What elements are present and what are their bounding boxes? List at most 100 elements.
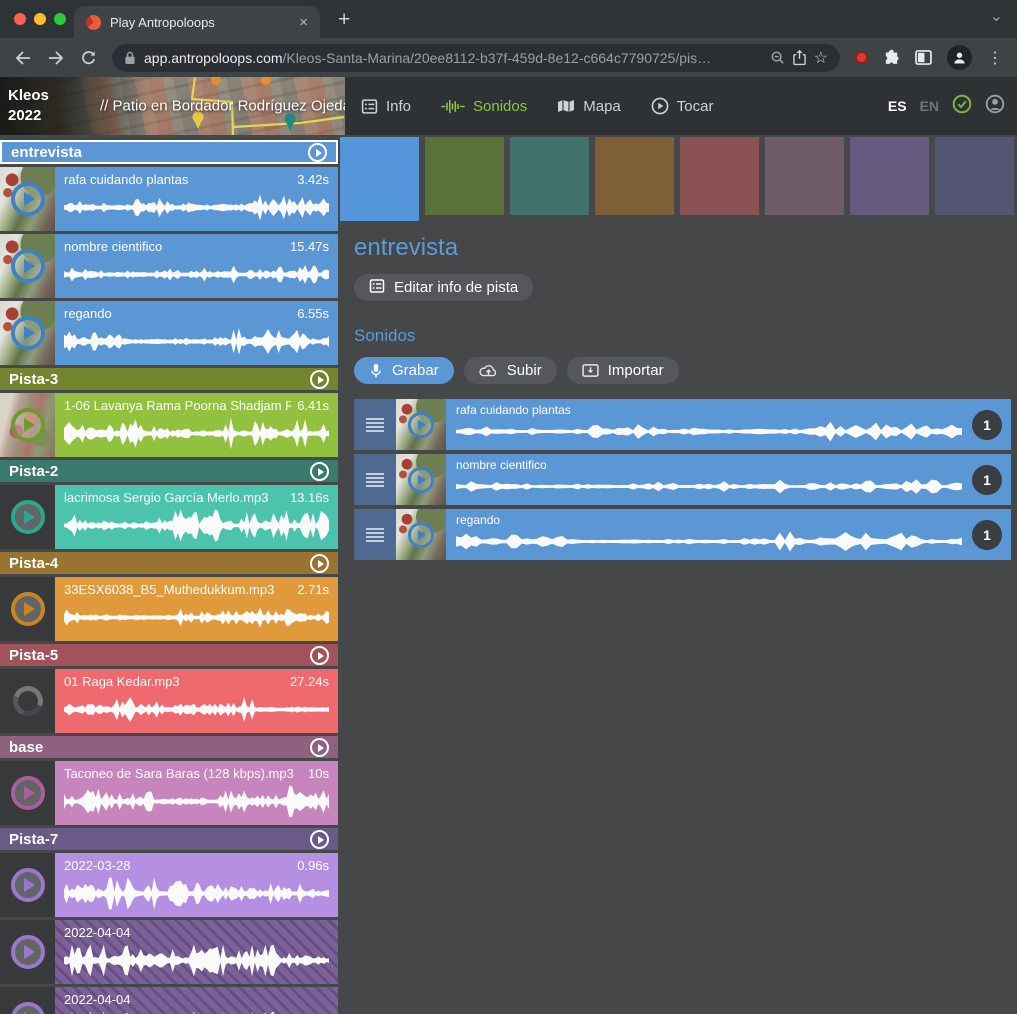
sound-thumbnail[interactable] bbox=[396, 454, 446, 505]
project-map-thumbnail[interactable]: Kleos 2022 // Patio en Bordador Rodrígue… bbox=[0, 77, 345, 135]
track-square-5[interactable] bbox=[680, 137, 759, 215]
play-track-icon[interactable] bbox=[310, 646, 329, 665]
sidebar-sound-item[interactable]: 1-06 Lavanya Rama Poorna Shadjam Rupak..… bbox=[0, 393, 338, 457]
track-square-6[interactable] bbox=[765, 137, 844, 215]
sidebar-sound-item[interactable]: rafa cuidando plantas3.42s bbox=[0, 167, 338, 231]
play-overlay-icon[interactable] bbox=[11, 182, 45, 216]
play-overlay-icon[interactable] bbox=[11, 408, 45, 442]
sidebar-sound-item[interactable]: 33ESX6038_B5_Muthedukkum.mp32.71s bbox=[0, 577, 338, 641]
browser-tab[interactable]: Play Antropoloops × bbox=[74, 6, 320, 38]
track-header-Pista-7[interactable]: Pista-7 bbox=[0, 828, 338, 850]
sidebar-sound-item[interactable]: nombre cientifico15.47s bbox=[0, 234, 338, 298]
track-square-3[interactable] bbox=[510, 137, 589, 215]
tab-search-chevron-icon[interactable]: ⌄ bbox=[990, 6, 1003, 26]
bookmark-star-icon[interactable]: ☆ bbox=[814, 48, 828, 68]
play-circle-icon bbox=[651, 97, 669, 115]
track-header-Pista-4[interactable]: Pista-4 bbox=[0, 552, 338, 574]
sound-thumbnail[interactable] bbox=[0, 761, 55, 825]
edit-track-info-button[interactable]: Editar info de pista bbox=[354, 274, 533, 301]
track-square-8[interactable] bbox=[935, 137, 1014, 215]
tab-tocar[interactable]: Tocar bbox=[651, 97, 714, 115]
play-track-icon[interactable] bbox=[310, 830, 329, 849]
sound-thumbnail[interactable] bbox=[396, 509, 446, 560]
zoom-window-button[interactable] bbox=[54, 13, 66, 25]
sound-thumbnail[interactable] bbox=[0, 234, 55, 298]
play-overlay-icon[interactable] bbox=[11, 868, 45, 902]
sidebar-sound-item[interactable]: regando6.55s bbox=[0, 301, 338, 365]
sidebar-sound-item[interactable]: 2022-04-04 bbox=[0, 920, 338, 984]
track-square-2[interactable] bbox=[425, 137, 504, 215]
sidebar-sound-item[interactable]: lacrimosa Sergio García Merlo.mp313.16s bbox=[0, 485, 338, 549]
tab-label: Sonidos bbox=[473, 98, 527, 115]
loading-thumbnail[interactable] bbox=[0, 669, 55, 733]
drag-handle[interactable] bbox=[354, 509, 396, 560]
sound-thumbnail[interactable] bbox=[0, 167, 55, 231]
play-overlay-icon[interactable] bbox=[11, 500, 45, 534]
play-overlay-icon[interactable] bbox=[11, 776, 45, 810]
sound-thumbnail[interactable] bbox=[0, 577, 55, 641]
panel-sound-row[interactable]: nombre cientifico1 bbox=[354, 454, 1011, 505]
play-track-icon[interactable] bbox=[310, 462, 329, 481]
new-tab-button[interactable]: + bbox=[338, 8, 350, 32]
play-track-icon[interactable] bbox=[310, 738, 329, 757]
play-overlay-icon[interactable] bbox=[408, 522, 434, 548]
sidebar-sound-item[interactable]: Taconeo de Sara Baras (128 kbps).mp310s bbox=[0, 761, 338, 825]
panel-sound-row[interactable]: regando1 bbox=[354, 509, 1011, 560]
track-header-Pista-3[interactable]: Pista-3 bbox=[0, 368, 338, 390]
account-icon[interactable] bbox=[985, 94, 1005, 119]
drag-handle[interactable] bbox=[354, 454, 396, 505]
sidebar-sound-item[interactable]: 01 Raga Kedar.mp327.24s bbox=[0, 669, 338, 733]
play-overlay-icon[interactable] bbox=[408, 412, 434, 438]
share-icon[interactable] bbox=[793, 49, 806, 66]
subir-button[interactable]: Subir bbox=[464, 357, 557, 384]
sound-thumbnail[interactable] bbox=[0, 485, 55, 549]
reload-icon[interactable] bbox=[80, 49, 97, 66]
extensions-puzzle-icon[interactable] bbox=[883, 49, 900, 66]
url-bar[interactable]: app.antropoloops.com/Kleos-Santa-Marina/… bbox=[112, 44, 840, 72]
track-square-4[interactable] bbox=[595, 137, 674, 215]
track-header-entrevista[interactable]: entrevista bbox=[0, 140, 338, 164]
sync-check-icon[interactable] bbox=[952, 94, 972, 119]
zoom-out-icon[interactable] bbox=[770, 50, 785, 65]
back-icon[interactable] bbox=[14, 50, 32, 66]
record-indicator-icon[interactable] bbox=[855, 51, 868, 64]
play-overlay-icon[interactable] bbox=[11, 316, 45, 350]
play-overlay-icon[interactable] bbox=[408, 467, 434, 493]
play-track-icon[interactable] bbox=[310, 370, 329, 389]
sidebar-sound-item[interactable]: 2022-04-04 bbox=[0, 987, 338, 1014]
importar-button[interactable]: Importar bbox=[567, 357, 679, 384]
track-header-Pista-2[interactable]: Pista-2 bbox=[0, 460, 338, 482]
play-overlay-icon[interactable] bbox=[11, 1002, 45, 1014]
sound-thumbnail[interactable] bbox=[396, 399, 446, 450]
track-square-7[interactable] bbox=[850, 137, 929, 215]
sound-thumbnail[interactable] bbox=[0, 987, 55, 1014]
tab-info[interactable]: Info bbox=[361, 98, 411, 115]
play-overlay-icon[interactable] bbox=[11, 935, 45, 969]
sound-thumbnail[interactable] bbox=[0, 920, 55, 984]
side-panel-icon[interactable] bbox=[915, 50, 932, 65]
sidebar-sound-item[interactable]: 2022-03-280.96s bbox=[0, 853, 338, 917]
browser-menu-icon[interactable]: ⋮ bbox=[987, 48, 1003, 68]
lang-es-button[interactable]: ES bbox=[888, 98, 907, 114]
track-square-1[interactable] bbox=[340, 137, 419, 221]
profile-avatar[interactable] bbox=[947, 45, 972, 70]
tab-close-icon[interactable]: × bbox=[299, 15, 308, 30]
close-window-button[interactable] bbox=[14, 13, 26, 25]
tab-sonidos[interactable]: Sonidos bbox=[441, 98, 527, 115]
sound-thumbnail[interactable] bbox=[0, 301, 55, 365]
play-overlay-icon[interactable] bbox=[11, 249, 45, 283]
panel-sound-row[interactable]: rafa cuidando plantas1 bbox=[354, 399, 1011, 450]
grabar-button[interactable]: Grabar bbox=[354, 357, 454, 384]
lang-en-button[interactable]: EN bbox=[920, 98, 939, 114]
sound-thumbnail[interactable] bbox=[0, 393, 55, 457]
track-header-Pista-5[interactable]: Pista-5 bbox=[0, 644, 338, 666]
play-track-icon[interactable] bbox=[310, 554, 329, 573]
track-header-base[interactable]: base bbox=[0, 736, 338, 758]
minimize-window-button[interactable] bbox=[34, 13, 46, 25]
play-track-icon[interactable] bbox=[308, 143, 327, 162]
forward-icon[interactable] bbox=[47, 50, 65, 66]
sound-thumbnail[interactable] bbox=[0, 853, 55, 917]
drag-handle[interactable] bbox=[354, 399, 396, 450]
play-overlay-icon[interactable] bbox=[11, 592, 45, 626]
tab-mapa[interactable]: Mapa bbox=[557, 98, 621, 115]
